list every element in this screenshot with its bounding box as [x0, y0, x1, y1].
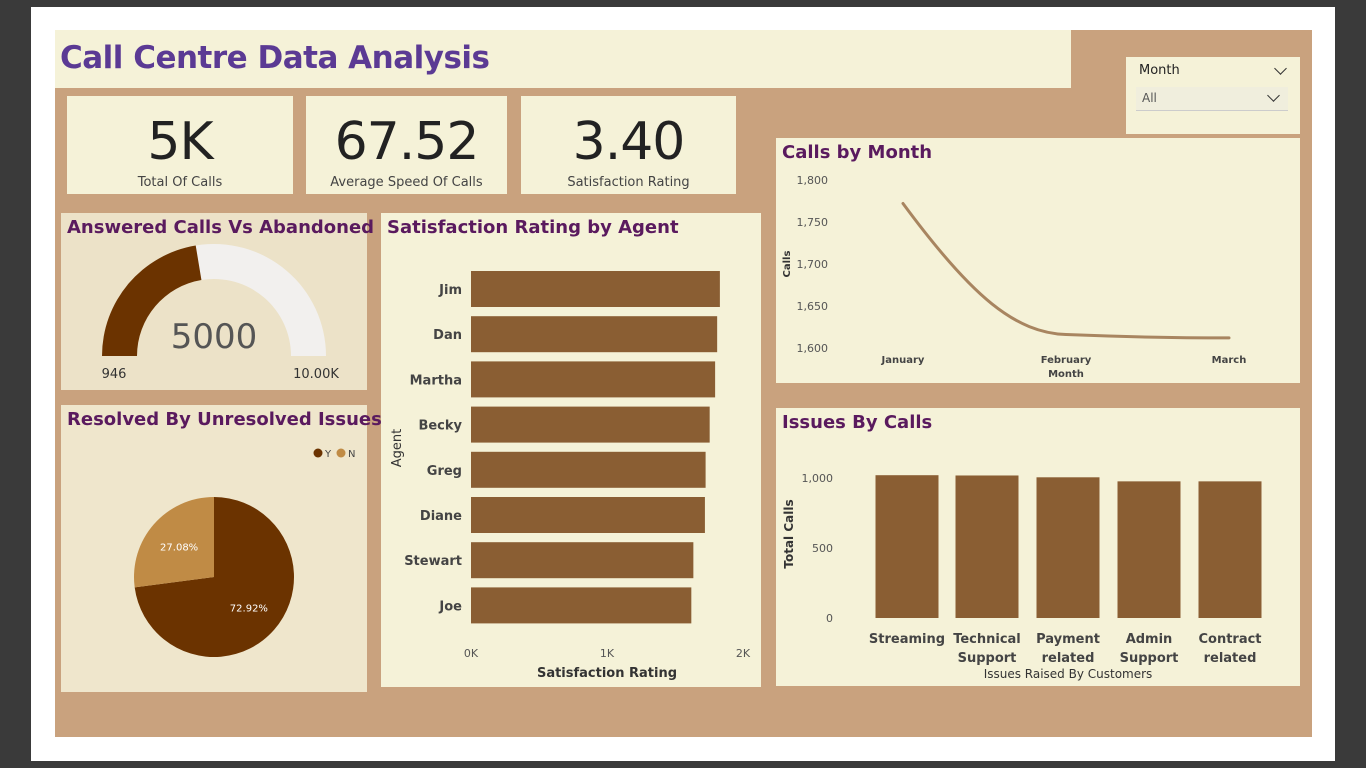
- y-tick-label: 0: [826, 612, 833, 625]
- slicer-selected-value: All: [1142, 91, 1157, 105]
- x-tick-label: 1K: [600, 647, 615, 660]
- agent-label: Dan: [433, 328, 462, 343]
- kpi-label: Satisfaction Rating: [567, 175, 690, 190]
- x-tick-label: March: [1212, 355, 1247, 366]
- y-axis-title: Calls: [782, 251, 793, 278]
- legend-label: N: [348, 449, 355, 460]
- x-tick-label: Technical: [953, 632, 1021, 647]
- chevron-down-icon[interactable]: [1274, 62, 1287, 75]
- issue-bar: [1036, 477, 1100, 618]
- pie-slice-label: 27.08%: [160, 542, 198, 553]
- x-axis-title: Satisfaction Rating: [537, 666, 677, 681]
- x-tick-label: Admin: [1126, 632, 1173, 647]
- issues-bar-chart[interactable]: 0 500 1,000 Streaming Technical Support Paymen…: [776, 408, 1300, 686]
- agent-bar: [471, 361, 716, 398]
- agent-label: Diane: [420, 509, 462, 524]
- x-tick-label: Payment: [1036, 632, 1100, 647]
- agent-label: Becky: [418, 419, 462, 434]
- y-axis-title: Total Calls: [782, 499, 796, 568]
- agent-bar: [471, 271, 720, 307]
- line-chart[interactable]: 1,600 1,650 1,700 1,750 1,800 January February…: [776, 138, 1300, 383]
- agent-bar: [471, 497, 705, 533]
- legend-marker: [336, 448, 346, 458]
- x-axis-title: Month: [1048, 369, 1084, 380]
- gauge-chart[interactable]: 5000 946 10.00K: [61, 213, 367, 390]
- line-series: [901, 202, 1231, 340]
- kpi-value: 3.40: [572, 112, 686, 172]
- kpi-card-average-speed: 67.52 Average Speed Of Calls: [306, 96, 507, 194]
- pie-panel[interactable]: Resolved By Unresolved Issues 72.92% 27.0…: [61, 405, 382, 692]
- y-tick-label: 1,600: [797, 342, 829, 355]
- month-slicer[interactable]: Month All: [1126, 57, 1300, 134]
- agent-bar: [471, 587, 692, 624]
- x-tick-label: Support: [1120, 651, 1179, 666]
- x-tick-label: Streaming: [869, 632, 945, 647]
- agent-bar: [471, 406, 710, 443]
- pie-slice-label: 72.92%: [230, 604, 268, 615]
- x-tick-label: January: [881, 355, 925, 366]
- issue-bar: [1198, 481, 1262, 618]
- y-tick-label: 1,650: [797, 300, 829, 313]
- gauge-min-label: 946: [102, 367, 127, 382]
- x-axis-title: Issues Raised By Customers: [984, 667, 1153, 681]
- kpi-value: 67.52: [334, 112, 480, 172]
- chevron-down-icon[interactable]: [1267, 89, 1280, 102]
- gauge-max-label: 10.00K: [293, 367, 339, 382]
- agent-bar-panel[interactable]: Satisfaction Rating by Agent Jim Dan Marth…: [381, 213, 761, 687]
- agent-bar: [471, 451, 706, 488]
- x-tick-label: February: [1041, 355, 1092, 366]
- agent-bar: [471, 542, 694, 579]
- x-tick-label: Contract: [1198, 632, 1261, 647]
- kpi-label: Total Of Calls: [137, 175, 223, 190]
- kpi-card-total-calls: 5K Total Of Calls: [67, 96, 293, 194]
- gauge-panel[interactable]: Answered Calls Vs Abandoned 5000 946 10.00…: [61, 213, 374, 390]
- issue-bar: [1117, 481, 1181, 618]
- issue-bar: [875, 475, 939, 618]
- x-tick-label: related: [1042, 651, 1095, 666]
- line-panel[interactable]: Calls by Month 1,600 1,650 1,700 1,750 1,800…: [776, 138, 1300, 383]
- y-tick-label: 1,750: [797, 216, 829, 229]
- legend-marker: [313, 448, 323, 458]
- slicer-label: Month: [1139, 63, 1180, 78]
- issue-bar: [955, 475, 1019, 618]
- y-tick-label: 1,000: [802, 472, 834, 485]
- y-tick-label: 1,800: [797, 174, 829, 187]
- x-tick-label: Support: [958, 651, 1017, 666]
- pie-chart[interactable]: 72.92% 27.08% Y N: [61, 405, 367, 692]
- agent-bar-chart[interactable]: Jim Dan Martha Becky Greg Diane Stewart Joe 0K 1K…: [381, 213, 761, 687]
- title-bar: Call Centre Data Analysis: [55, 30, 1071, 88]
- kpi-label: Average Speed Of Calls: [330, 175, 483, 190]
- gauge-value-label: 5000: [171, 317, 258, 357]
- agent-label: Greg: [427, 464, 462, 479]
- x-tick-label: 0K: [464, 647, 479, 660]
- x-tick-label: 2K: [736, 647, 751, 660]
- agent-label: Stewart: [404, 554, 462, 569]
- agent-label: Martha: [410, 373, 462, 388]
- y-axis-title: Agent: [390, 429, 405, 467]
- y-tick-label: 500: [812, 542, 833, 555]
- y-tick-label: 1,700: [797, 258, 829, 271]
- kpi-value: 5K: [147, 112, 213, 172]
- agent-bar: [471, 316, 718, 353]
- kpi-card-satisfaction: 3.40 Satisfaction Rating: [521, 96, 736, 194]
- agent-label: Jim: [438, 283, 462, 298]
- legend-label: Y: [324, 449, 332, 460]
- month-dropdown[interactable]: All: [1136, 87, 1288, 111]
- page-title: Call Centre Data Analysis: [60, 40, 490, 76]
- issues-panel[interactable]: Issues By Calls 0 500 1,000 Streaming Techni…: [776, 408, 1300, 686]
- agent-label: Joe: [438, 599, 462, 614]
- x-tick-label: related: [1204, 651, 1257, 666]
